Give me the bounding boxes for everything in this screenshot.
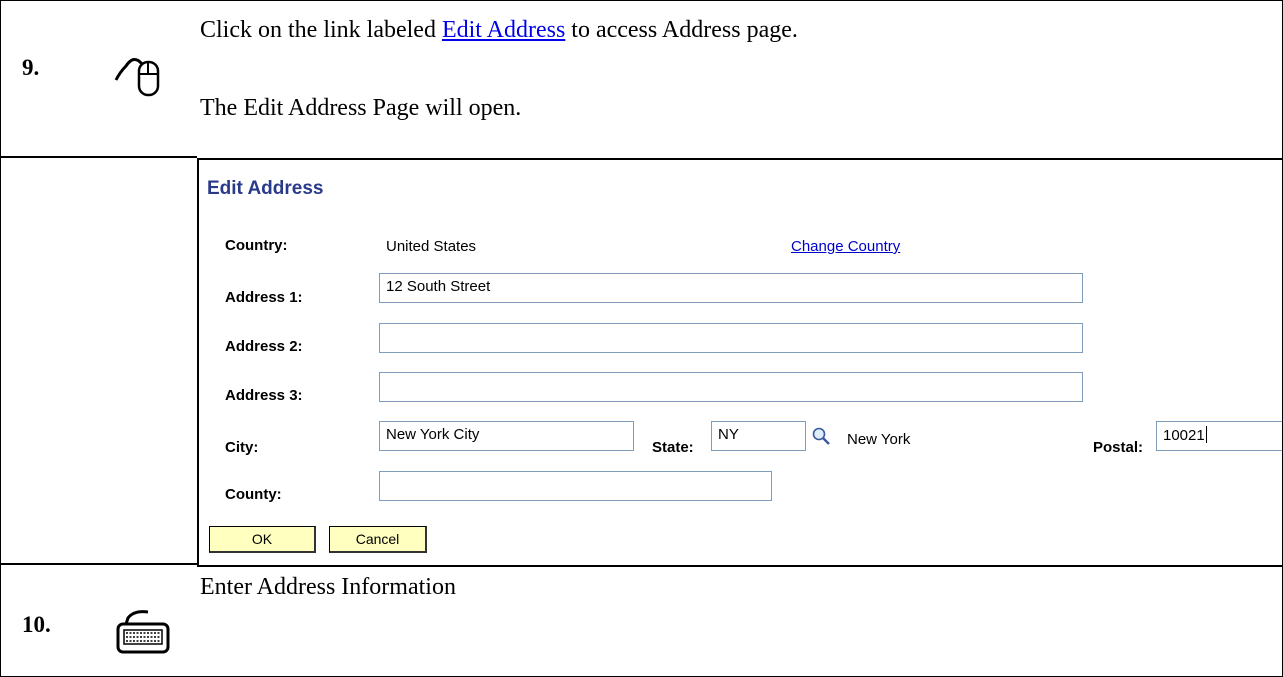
instruction-prefix: Click on the link labeled bbox=[200, 17, 442, 43]
postal-value: 10021 bbox=[1163, 427, 1205, 444]
edit-address-screenshot: Edit Address Country: United States Chan… bbox=[197, 158, 1282, 567]
step-10-number: 10. bbox=[22, 612, 51, 637]
state-field[interactable]: NY bbox=[711, 421, 806, 451]
text-caret bbox=[1205, 426, 1207, 443]
address1-field[interactable]: 12 South Street bbox=[379, 273, 1083, 303]
step-9-result: The Edit Address Page will open. bbox=[200, 95, 522, 121]
county-field[interactable] bbox=[379, 471, 772, 501]
postal-label: Postal: bbox=[1093, 439, 1144, 456]
address1-label: Address 1: bbox=[225, 289, 303, 306]
cancel-button[interactable]: Cancel bbox=[329, 526, 427, 553]
row-divider-top bbox=[1, 156, 197, 158]
county-label: County: bbox=[225, 486, 282, 503]
change-country-link[interactable]: Change Country bbox=[791, 238, 900, 255]
city-field[interactable]: New York City bbox=[379, 421, 634, 451]
postal-field[interactable]: 10021 bbox=[1156, 421, 1282, 451]
country-value: United States bbox=[386, 238, 477, 255]
mouse-icon bbox=[114, 58, 160, 97]
address3-label: Address 3: bbox=[225, 387, 303, 404]
edit-address-link[interactable]: Edit Address bbox=[442, 17, 565, 43]
address2-label: Address 2: bbox=[225, 338, 303, 355]
state-label: State: bbox=[652, 439, 694, 456]
page-title: Edit Address bbox=[207, 178, 324, 199]
address3-field[interactable] bbox=[379, 372, 1083, 402]
step-10-instruction: Enter Address Information bbox=[200, 574, 456, 600]
country-label: Country: bbox=[225, 237, 288, 254]
state-description: New York bbox=[847, 431, 911, 448]
step-9-instruction: Click on the link labeled Edit Address t… bbox=[200, 17, 798, 44]
keyboard-icon bbox=[116, 610, 170, 654]
step-9-number: 9. bbox=[22, 55, 40, 80]
ok-button[interactable]: OK bbox=[209, 526, 316, 553]
address2-field[interactable] bbox=[379, 323, 1083, 353]
instruction-suffix: to access Address page. bbox=[565, 17, 798, 43]
magnifier-icon[interactable] bbox=[811, 426, 831, 446]
city-label: City: bbox=[225, 439, 259, 456]
